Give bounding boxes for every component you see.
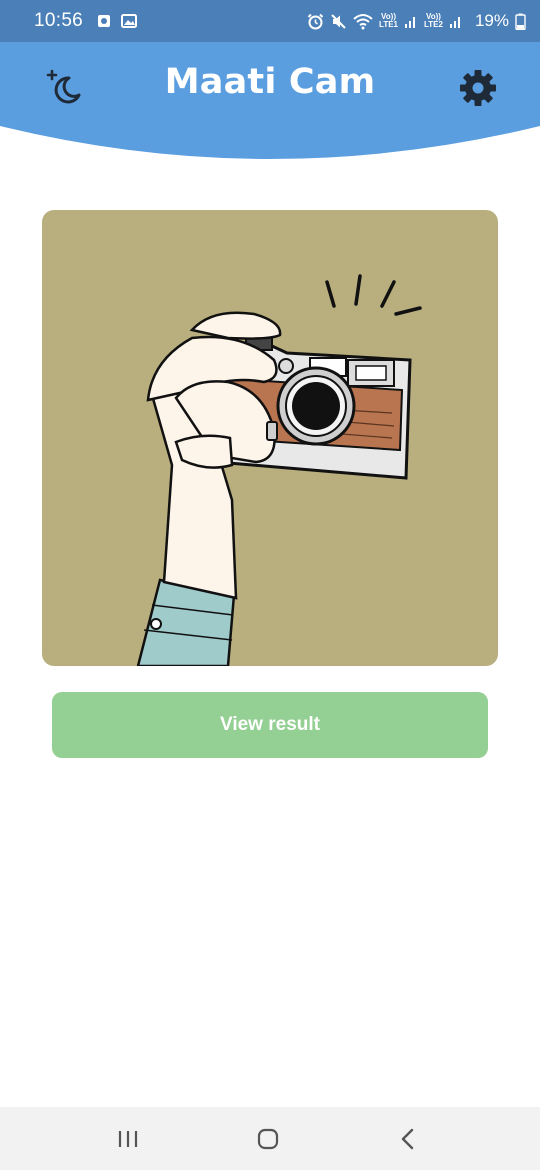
app-header: Maati Cam bbox=[0, 42, 540, 162]
gallery-notification-icon bbox=[121, 14, 138, 28]
home-button[interactable] bbox=[248, 1121, 288, 1157]
signal-icon bbox=[405, 17, 415, 28]
gear-icon bbox=[460, 70, 496, 106]
battery-percent: 19% bbox=[474, 11, 509, 30]
battery-icon bbox=[515, 13, 526, 30]
alarm-icon bbox=[307, 13, 324, 29]
recent-apps-button[interactable] bbox=[108, 1121, 148, 1157]
home-icon bbox=[257, 1128, 279, 1150]
back-button[interactable] bbox=[388, 1121, 428, 1157]
status-bar: 10:56 Vo)) LTE1 Vo)) LTE2 19% bbox=[0, 0, 540, 42]
notification-icons bbox=[97, 14, 138, 28]
status-time: 10:56 bbox=[34, 10, 84, 31]
navigation-bar bbox=[0, 1107, 540, 1170]
hand-holding-camera-illustration bbox=[136, 274, 422, 666]
sim1-label: Vo)) LTE1 bbox=[379, 12, 398, 29]
recent-apps-icon bbox=[118, 1131, 138, 1147]
view-result-button[interactable]: View result bbox=[52, 692, 488, 758]
status-right: Vo)) LTE1 Vo)) LTE2 19% bbox=[307, 11, 526, 31]
back-icon bbox=[401, 1128, 414, 1150]
sim2-label: Vo)) LTE2 bbox=[424, 12, 443, 29]
camera-notification-icon bbox=[98, 15, 111, 27]
wifi-icon bbox=[353, 13, 373, 29]
signal-icon bbox=[449, 17, 460, 28]
settings-button[interactable] bbox=[456, 66, 500, 110]
camera-illustration-card[interactable] bbox=[42, 210, 498, 666]
mute-icon bbox=[331, 13, 346, 29]
